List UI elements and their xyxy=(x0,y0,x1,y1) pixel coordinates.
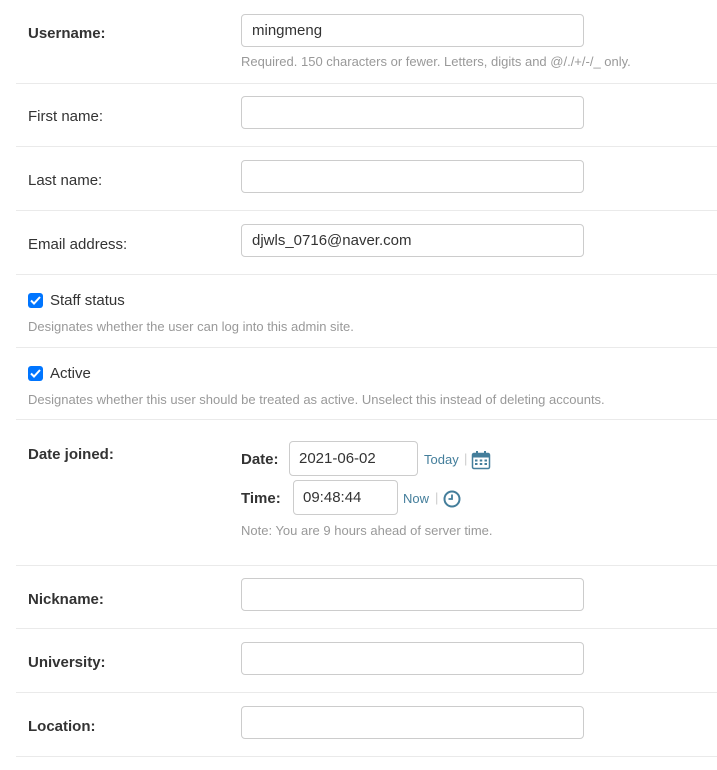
last-name-input[interactable] xyxy=(241,160,584,193)
nickname-label: Nickname: xyxy=(28,591,104,608)
username-help-text: Required. 150 characters or fewer. Lette… xyxy=(241,54,631,69)
form-row-active: Active Designates whether this user shou… xyxy=(16,348,717,420)
active-field: Active xyxy=(28,365,91,382)
staff-status-help-text: Designates whether the user can log into… xyxy=(28,319,354,334)
active-label[interactable]: Active xyxy=(50,365,91,382)
form-row-last-name: Last name: xyxy=(16,147,717,211)
active-help-text: Designates whether this user should be t… xyxy=(28,392,605,407)
form-row-nickname: Nickname: xyxy=(16,566,717,629)
nickname-input[interactable] xyxy=(241,578,584,611)
username-input[interactable]: mingmeng xyxy=(241,14,584,47)
staff-status-field: Staff status xyxy=(28,292,125,309)
location-label: Location: xyxy=(28,718,96,735)
active-checkbox[interactable] xyxy=(28,366,43,381)
time-separator: | xyxy=(435,490,439,505)
today-link[interactable]: Today xyxy=(424,452,459,467)
time-input[interactable]: 09:48:44 xyxy=(293,480,398,515)
time-label: Time: xyxy=(241,490,281,507)
staff-status-label[interactable]: Staff status xyxy=(50,292,125,309)
date-separator: | xyxy=(464,451,468,466)
form-row-staff-status: Staff status Designates whether the user… xyxy=(16,275,717,348)
first-name-label: First name: xyxy=(28,108,104,125)
date-joined-label: Date joined: xyxy=(28,446,114,463)
location-input[interactable] xyxy=(241,706,584,739)
form-row-date-joined: Date joined: Date: 2021-06-02 Today | Ti… xyxy=(16,420,717,566)
user-change-form: Username: mingmeng Required. 150 charact… xyxy=(16,0,717,757)
first-name-input[interactable] xyxy=(241,96,584,129)
date-input[interactable]: 2021-06-02 xyxy=(289,441,418,476)
clock-icon[interactable] xyxy=(443,490,461,512)
university-input[interactable] xyxy=(241,642,584,675)
form-row-email: Email address: djwls_0716@naver.com xyxy=(16,211,717,275)
university-label: University: xyxy=(28,654,106,671)
date-label: Date: xyxy=(241,451,279,468)
staff-status-checkbox[interactable] xyxy=(28,293,43,308)
form-row-location: Location: xyxy=(16,693,717,757)
timezone-note: Note: You are 9 hours ahead of server ti… xyxy=(241,523,493,538)
email-label: Email address: xyxy=(28,236,128,253)
now-link[interactable]: Now xyxy=(403,491,429,506)
form-row-first-name: First name: xyxy=(16,84,717,147)
email-input[interactable]: djwls_0716@naver.com xyxy=(241,224,584,257)
form-row-university: University: xyxy=(16,629,717,693)
username-label: Username: xyxy=(28,25,106,42)
calendar-icon[interactable] xyxy=(471,450,491,474)
last-name-label: Last name: xyxy=(28,172,103,189)
form-row-username: Username: mingmeng Required. 150 charact… xyxy=(16,0,717,84)
